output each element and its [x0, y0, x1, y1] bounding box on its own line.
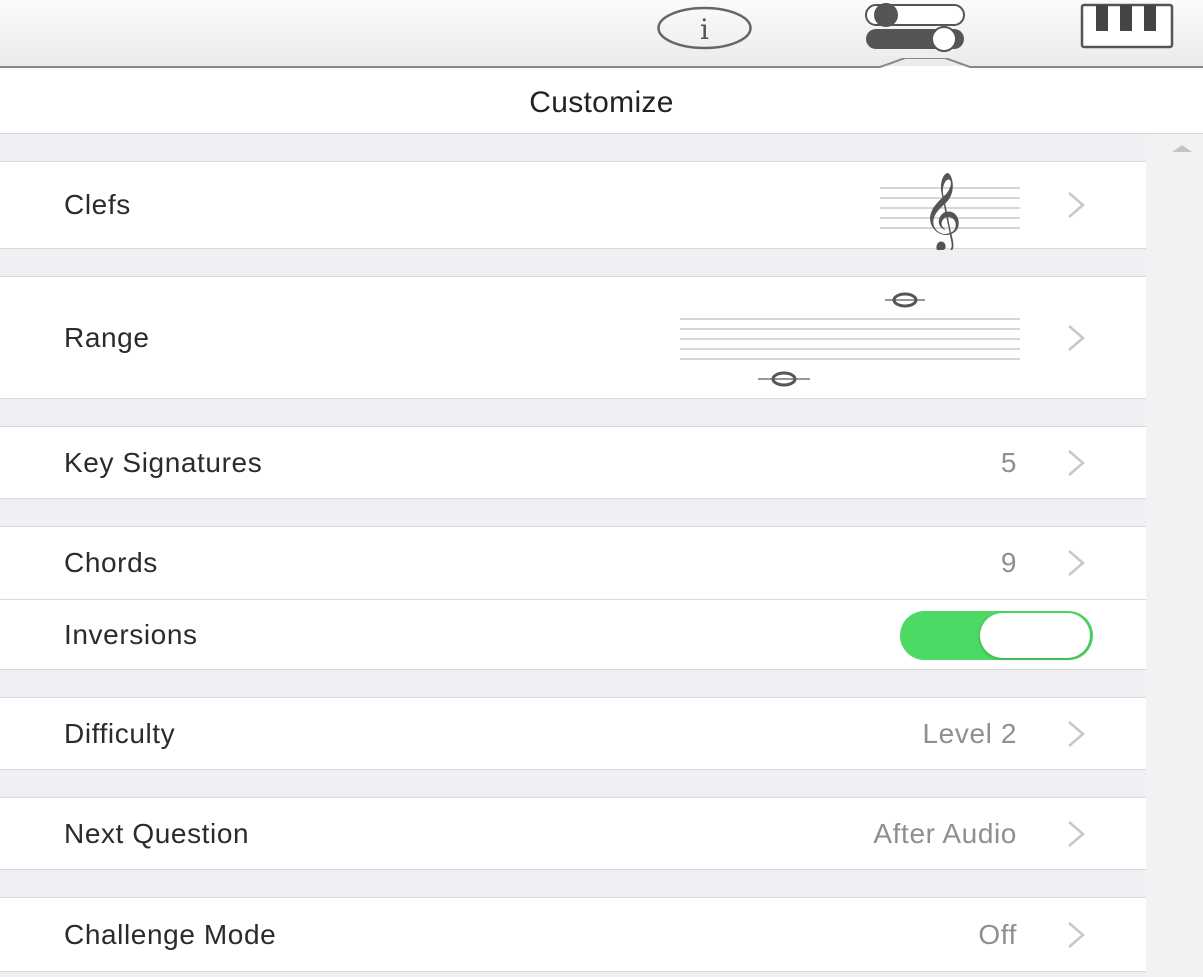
row-label: Range — [64, 321, 150, 353]
scroll-up-arrow-icon[interactable] — [1170, 142, 1194, 154]
toggle-knob — [980, 613, 1090, 658]
row-range[interactable]: Range — [0, 276, 1146, 399]
row-inversions: Inversions — [0, 600, 1146, 670]
row-chords[interactable]: Chords 9 — [0, 527, 1146, 599]
row-value: 5 — [1000, 446, 1017, 478]
row-key-signatures[interactable]: Key Signatures 5 — [0, 426, 1146, 499]
row-clefs[interactable]: Clefs 𝄞 — [0, 161, 1146, 250]
svg-text:𝄞: 𝄞 — [922, 172, 962, 250]
row-label: Key Signatures — [64, 446, 263, 478]
row-label: Difficulty — [64, 717, 176, 749]
inversions-toggle[interactable] — [900, 611, 1093, 660]
row-label: Challenge Mode — [64, 918, 277, 950]
chevron-right-icon — [1068, 550, 1085, 576]
panel-title: Customize — [0, 72, 1203, 134]
treble-clef-icon: 𝄞 — [880, 172, 1020, 250]
top-toolbar: i — [0, 0, 1203, 66]
info-glyph: i — [700, 13, 709, 46]
chevron-right-icon — [1068, 820, 1085, 847]
row-label: Next Question — [64, 817, 250, 849]
chevron-right-icon — [1068, 720, 1085, 747]
row-value: Level 2 — [922, 717, 1017, 749]
row-value: Off — [978, 918, 1017, 950]
range-staff-icon — [680, 292, 1020, 387]
row-label: Chords — [64, 547, 158, 578]
chevron-right-icon — [1068, 921, 1085, 948]
row-challenge-mode[interactable]: Challenge Mode Off — [0, 897, 1146, 972]
chevron-right-icon — [1068, 324, 1085, 351]
toggles-icon[interactable] — [860, 1, 970, 53]
row-value: 9 — [1000, 547, 1017, 578]
row-value: After Audio — [873, 817, 1017, 849]
row-difficulty[interactable]: Difficulty Level 2 — [0, 697, 1146, 770]
row-next-question[interactable]: Next Question After Audio — [0, 797, 1146, 870]
row-label: Clefs — [64, 189, 131, 220]
piano-keyboard-icon[interactable] — [1076, 1, 1178, 51]
row-label: Inversions — [64, 619, 198, 650]
scrollbar[interactable] — [1146, 134, 1203, 977]
chevron-right-icon — [1068, 449, 1085, 476]
chords-group: Chords 9 Inversions — [0, 526, 1146, 670]
chevron-right-icon — [1068, 192, 1085, 218]
info-circle-icon[interactable]: i — [655, 5, 754, 51]
